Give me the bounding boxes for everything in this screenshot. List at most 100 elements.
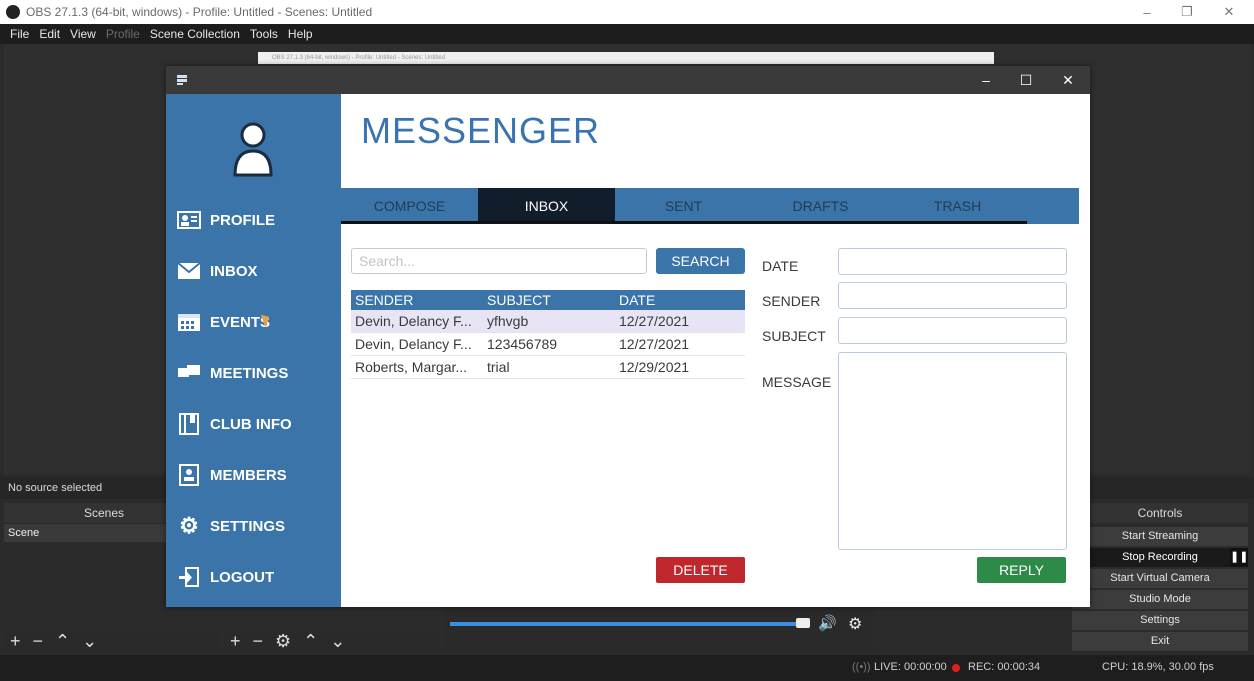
rec-indicator-icon: [952, 664, 960, 672]
move-down-icon[interactable]: ⌄: [82, 631, 97, 652]
tab-trash[interactable]: TRASH: [889, 188, 1026, 221]
controls-header: Controls: [1072, 503, 1248, 523]
obs-statusbar: ((•)) LIVE: 00:00:00 REC: 00:00:34 CPU: …: [0, 655, 1254, 681]
audio-mixer: 🔊 ⚙: [444, 604, 874, 654]
nav-inbox[interactable]: INBOX: [176, 253, 258, 289]
app-close-button[interactable]: ✕: [1048, 66, 1088, 94]
table-header: SENDER SUBJECT DATE: [351, 290, 745, 310]
rec-timer: REC: 00:00:34: [968, 661, 1041, 673]
date-label: DATE: [762, 258, 799, 274]
reply-button[interactable]: REPLY: [977, 557, 1066, 583]
notebook-icon: [176, 413, 202, 435]
stop-recording-button[interactable]: Stop Recording: [1072, 548, 1248, 567]
sources-toolbar: + − ⚙ ⌃ ⌄: [224, 628, 440, 654]
add-source-icon[interactable]: +: [230, 631, 241, 652]
cell-subject: 123456789: [487, 336, 558, 352]
cell-sender: Devin, Delancy F...: [355, 313, 472, 329]
app-minimize-button[interactable]: –: [966, 66, 1006, 94]
search-input[interactable]: [351, 248, 647, 274]
subject-field[interactable]: [838, 317, 1067, 344]
delete-button[interactable]: DELETE: [656, 557, 745, 583]
nav-members-label: MEMBERS: [210, 466, 287, 484]
obs-window-title: OBS 27.1.3 (64-bit, windows) - Profile: …: [26, 5, 373, 19]
cell-date: 12/29/2021: [619, 359, 690, 375]
user-avatar-icon: [232, 119, 274, 179]
mixer-gear-icon[interactable]: ⚙: [848, 614, 862, 634]
menu-scene-collection[interactable]: Scene Collection: [150, 27, 240, 41]
source-down-icon[interactable]: ⌄: [330, 631, 345, 652]
add-scene-icon[interactable]: +: [10, 631, 21, 652]
sender-field[interactable]: [838, 282, 1067, 309]
move-up-icon[interactable]: ⌃: [55, 631, 70, 652]
cell-subject: yfhvgb: [487, 313, 529, 329]
source-up-icon[interactable]: ⌃: [303, 631, 318, 652]
table-row[interactable]: Devin, Delancy F... 123456789 12/27/2021: [351, 333, 745, 356]
subject-label: SUBJECT: [762, 328, 826, 344]
tab-sent[interactable]: SENT: [615, 188, 752, 221]
chat-bubbles-icon: [176, 362, 202, 384]
nav-club-info[interactable]: CLUB INFO: [176, 406, 292, 442]
nav-inbox-label: INBOX: [210, 262, 258, 280]
live-timer: LIVE: 00:00:00: [874, 661, 947, 673]
message-field[interactable]: [838, 352, 1067, 550]
nav-meetings-label: MEETINGS: [210, 364, 289, 382]
nav-members[interactable]: MEMBERS: [176, 457, 287, 493]
obs-menubar: File Edit View Profile Scene Collection …: [0, 24, 1254, 44]
obs-settings-button[interactable]: Settings: [1072, 611, 1248, 630]
volume-slider-handle[interactable]: [796, 618, 810, 628]
nav-profile-label: PROFILE: [210, 211, 276, 229]
source-gear-icon[interactable]: ⚙: [275, 631, 291, 652]
menu-tools[interactable]: Tools: [250, 27, 278, 41]
cell-sender: Roberts, Margar...: [355, 359, 468, 375]
remove-scene-icon[interactable]: −: [33, 631, 44, 652]
scene-list-item[interactable]: Scene: [4, 524, 166, 542]
obs-titlebar: OBS 27.1.3 (64-bit, windows) - Profile: …: [0, 0, 1254, 24]
date-field[interactable]: [838, 248, 1067, 275]
volume-slider-track[interactable]: [450, 622, 806, 626]
nav-events[interactable]: EVENTS: [176, 304, 270, 340]
table-row[interactable]: Devin, Delancy F... yfhvgb 12/27/2021: [351, 310, 745, 333]
speaker-icon[interactable]: 🔊: [818, 614, 837, 632]
col-header-sender[interactable]: SENDER: [351, 292, 483, 308]
tab-inbox[interactable]: INBOX: [478, 188, 615, 224]
messenger-window: – ☐ ✕ PROFILE INBOX EVENTS MEETINGS CLUB…: [166, 66, 1090, 607]
start-virtual-camera-button[interactable]: Start Virtual Camera: [1072, 569, 1248, 588]
menu-help[interactable]: Help: [288, 27, 313, 41]
tab-underline: [341, 221, 1027, 224]
message-label: MESSAGE: [762, 374, 832, 390]
cell-subject: trial: [487, 359, 510, 375]
app-titlebar: – ☐ ✕: [166, 66, 1090, 94]
menu-file[interactable]: File: [10, 27, 29, 41]
menu-edit[interactable]: Edit: [39, 27, 60, 41]
cell-date: 12/27/2021: [619, 336, 690, 352]
col-header-subject[interactable]: SUBJECT: [483, 292, 615, 308]
nav-settings[interactable]: ⚙ SETTINGS: [176, 508, 285, 544]
profile-card-icon: [176, 209, 202, 231]
table-row[interactable]: Roberts, Margar... trial 12/29/2021: [351, 356, 745, 379]
menu-profile[interactable]: Profile: [106, 27, 140, 41]
obs-restore-button[interactable]: ❐: [1166, 0, 1208, 24]
page-title: MESSENGER: [361, 110, 601, 151]
pause-recording-icon[interactable]: ❚❚: [1230, 548, 1248, 567]
start-streaming-button[interactable]: Start Streaming: [1072, 527, 1248, 546]
obs-close-button[interactable]: ✕: [1208, 0, 1250, 24]
menu-view[interactable]: View: [70, 27, 96, 41]
tab-drafts[interactable]: DRAFTS: [752, 188, 889, 221]
app-maximize-button[interactable]: ☐: [1006, 66, 1046, 94]
sender-label: SENDER: [762, 293, 821, 309]
remove-source-icon[interactable]: −: [253, 631, 264, 652]
nav-logout[interactable]: LOGOUT: [176, 559, 274, 595]
col-header-date[interactable]: DATE: [615, 292, 745, 308]
tab-compose[interactable]: COMPOSE: [341, 188, 478, 221]
obs-minimize-button[interactable]: –: [1126, 0, 1168, 24]
nav-profile[interactable]: PROFILE: [176, 202, 275, 238]
studio-mode-button[interactable]: Studio Mode: [1072, 590, 1248, 609]
cell-date: 12/27/2021: [619, 313, 690, 329]
logout-icon: [176, 566, 202, 588]
nav-logout-label: LOGOUT: [210, 568, 275, 586]
sidebar: PROFILE INBOX EVENTS MEETINGS CLUB INFO: [166, 94, 341, 607]
nav-meetings[interactable]: MEETINGS: [176, 355, 288, 391]
exit-button[interactable]: Exit: [1072, 632, 1248, 651]
gear-icon: ⚙: [179, 513, 199, 538]
search-button[interactable]: SEARCH: [656, 248, 745, 274]
